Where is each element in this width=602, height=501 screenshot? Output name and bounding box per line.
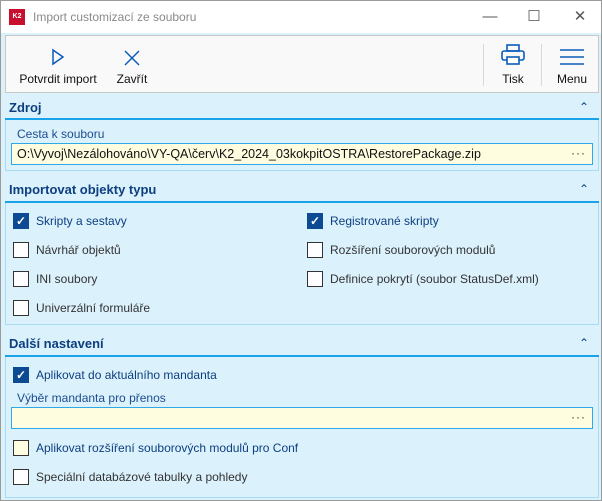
maximize-button[interactable]: ☐ bbox=[511, 5, 557, 29]
checkbox-box bbox=[307, 242, 323, 258]
path-input[interactable]: O:\Vyvoj\Nezálohováno\VY-QA\červ\K2_2024… bbox=[11, 143, 593, 165]
browse-icon[interactable]: ··· bbox=[571, 410, 586, 424]
checkbox-label: Skripty a sestavy bbox=[36, 214, 127, 228]
checkbox-label: Rozšíření souborových modulů bbox=[330, 243, 496, 257]
printer-icon bbox=[490, 36, 536, 66]
import-type-checkbox[interactable]: INI soubory bbox=[13, 271, 97, 287]
toolbar-divider bbox=[541, 44, 542, 86]
collapse-chevron-icon[interactable]: ⌃ bbox=[579, 182, 593, 196]
checkbox-box bbox=[13, 271, 29, 287]
close-window-button[interactable]: ✕ bbox=[557, 5, 602, 29]
path-label: Cesta k souboru bbox=[17, 127, 105, 141]
checkbox-label: Aplikovat do aktuálního mandanta bbox=[36, 368, 217, 382]
menu-button[interactable]: Menu bbox=[548, 36, 596, 92]
menu-label: Menu bbox=[556, 72, 588, 86]
print-button[interactable]: Tisk bbox=[490, 36, 536, 92]
checkbox-label: Registrované skripty bbox=[330, 214, 439, 228]
play-icon bbox=[14, 36, 102, 66]
checkbox-label: Speciální databázové tabulky a pohledy bbox=[36, 470, 248, 484]
checkbox-label: Aplikovat rozšíření souborových modulů p… bbox=[36, 441, 299, 455]
close-button[interactable]: Zavřít bbox=[110, 36, 154, 92]
title-bar: K2 Import customizací ze souboru — ☐ ✕ bbox=[1, 1, 601, 33]
import-type-checkbox[interactable]: Rozšíření souborových modulů bbox=[307, 242, 495, 258]
toolbar: Potvrdit import Zavřít Tisk Menu bbox=[5, 35, 599, 93]
checkmark-icon: ✓ bbox=[13, 367, 29, 383]
confirm-import-label: Potvrdit import bbox=[19, 72, 97, 86]
print-label: Tisk bbox=[502, 72, 524, 86]
checkbox-box bbox=[13, 469, 29, 485]
checkmark-icon: ✓ bbox=[307, 213, 323, 229]
mandant-label: Výběr mandanta pro přenos bbox=[17, 391, 166, 405]
section-title-import-types: Importovat objekty typu bbox=[9, 182, 157, 197]
checkmark-icon: ✓ bbox=[13, 213, 29, 229]
toolbar-divider bbox=[483, 44, 484, 86]
special-db-tables-checkbox[interactable]: Speciální databázové tabulky a pohledy bbox=[13, 469, 247, 485]
import-type-checkbox[interactable]: ✓ Skripty a sestavy bbox=[13, 213, 127, 229]
mandant-input[interactable]: ··· bbox=[11, 407, 593, 429]
import-type-checkbox[interactable]: Návrhář objektů bbox=[13, 242, 121, 258]
apply-current-mandant-checkbox[interactable]: ✓ Aplikovat do aktuálního mandanta bbox=[13, 367, 217, 383]
import-type-checkbox[interactable]: Definice pokrytí (soubor StatusDef.xml) bbox=[307, 271, 539, 287]
import-type-checkbox[interactable]: Univerzální formuláře bbox=[13, 300, 150, 316]
checkbox-label: Univerzální formuláře bbox=[36, 301, 151, 315]
checkbox-box bbox=[13, 242, 29, 258]
path-value: O:\Vyvoj\Nezálohováno\VY-QA\červ\K2_2024… bbox=[17, 147, 481, 161]
close-label: Zavřít bbox=[116, 72, 148, 86]
browse-icon[interactable]: ··· bbox=[571, 146, 586, 160]
checkbox-box bbox=[13, 440, 29, 456]
apply-extensions-conf-checkbox[interactable]: Aplikovat rozšíření souborových modulů p… bbox=[13, 440, 298, 456]
checkbox-label: Definice pokrytí (soubor StatusDef.xml) bbox=[330, 272, 539, 286]
k2-logo-icon: K2 bbox=[9, 9, 25, 25]
hamburger-icon bbox=[548, 36, 596, 66]
section-title-source: Zdroj bbox=[9, 100, 42, 115]
collapse-chevron-icon[interactable]: ⌃ bbox=[579, 100, 593, 114]
collapse-chevron-icon[interactable]: ⌃ bbox=[579, 336, 593, 350]
confirm-import-button[interactable]: Potvrdit import bbox=[14, 36, 102, 92]
minimize-button[interactable]: — bbox=[467, 5, 513, 29]
window-title: Import customizací ze souboru bbox=[33, 10, 197, 24]
import-type-checkbox[interactable]: ✓ Registrované skripty bbox=[307, 213, 439, 229]
checkbox-label: Návrhář objektů bbox=[36, 243, 121, 257]
close-icon bbox=[110, 36, 154, 66]
checkbox-box bbox=[307, 271, 323, 287]
checkbox-box bbox=[13, 300, 29, 316]
section-title-more-settings: Další nastavení bbox=[9, 336, 104, 351]
checkbox-label: INI soubory bbox=[36, 272, 98, 286]
